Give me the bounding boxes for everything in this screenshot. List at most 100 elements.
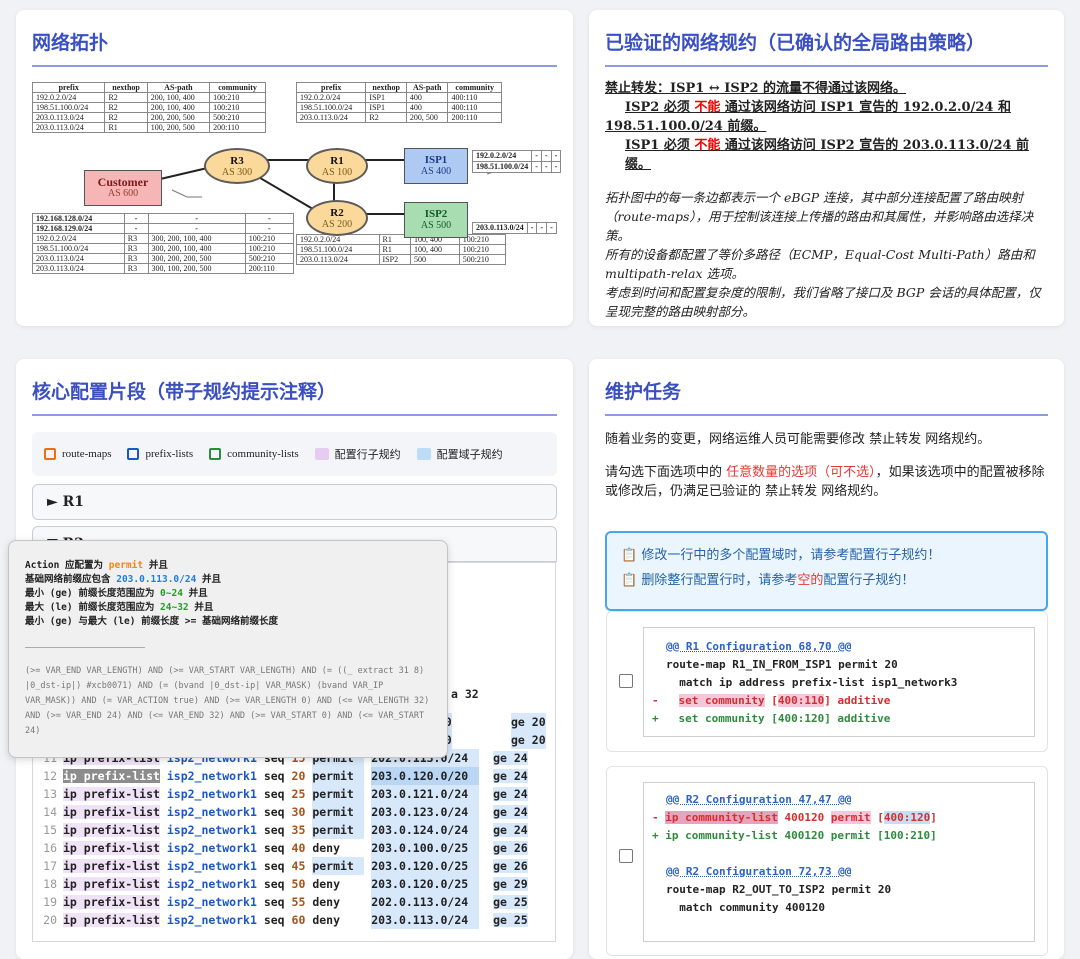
- diff-removed-tail: additive: [830, 694, 891, 707]
- action: permit: [312, 785, 365, 803]
- table-cell: 203.0.113.0/24: [295, 112, 367, 123]
- code-space: seq: [256, 787, 292, 801]
- prefix: 203.0.120.0/25: [371, 875, 480, 893]
- node-isp1-name: ISP1: [424, 154, 448, 166]
- table-header-cell: AS-path: [405, 82, 449, 93]
- tooltip-line-5: 最小 (ge) 与最大 (le) 前缀长度 >= 基础网络前缀长度: [25, 616, 279, 627]
- node-customer-as: AS 600: [107, 188, 139, 199]
- table-row: 192.168.129.0/24- - -: [32, 223, 295, 234]
- seq-number: 55: [291, 895, 306, 909]
- prefix-list-name: isp2_network1: [166, 841, 257, 855]
- dash-cell: -: [550, 150, 562, 162]
- tt-value: 24~32: [160, 602, 189, 613]
- node-isp1: ISP1 AS 400: [404, 148, 468, 184]
- table-cell: -: [123, 223, 149, 234]
- prefix: 203.0.121.0/24: [371, 785, 480, 803]
- table-cell: 300, 200, 100, 400: [147, 233, 246, 244]
- tt-text: 最大 (le) 前缀长度范围应为: [25, 602, 161, 613]
- topology-diagram: prefix nexthop AS-path community 192.0.2.0/2…: [31, 82, 562, 302]
- option-card-2: @@ R2 Configuration 47,47 @@ - ip commun…: [606, 766, 1048, 956]
- spec-line-1: 禁止转发：ISP1 ↔ ISP2 的流量不得通过该网络。: [605, 81, 907, 96]
- seq-number: 40: [291, 841, 306, 855]
- config-title: 核心配置片段（带子规约提示注释）: [32, 359, 557, 416]
- node-r2-name: R2: [330, 207, 344, 219]
- ge-value: ge 24: [493, 769, 528, 783]
- accordion-r1[interactable]: ► R1: [32, 484, 557, 520]
- spec-cannot: 不能: [694, 138, 721, 153]
- code-line: 17 ip prefix-list isp2_network1 seq 45 pe…: [33, 857, 528, 875]
- table-header-cell: community: [209, 82, 266, 93]
- diff-spacer: [644, 845, 1034, 863]
- table-row: 192.0.2.0/24 R1 100, 400 100:210: [296, 234, 507, 245]
- table-cell: 203.0.113.0/24: [32, 253, 125, 264]
- table-cell: 200:110: [244, 263, 295, 274]
- code-line: 15 ip prefix-list isp2_network1 seq 35 pe…: [33, 821, 528, 839]
- table-cell: 198.51.100.0/24: [296, 244, 380, 255]
- option-1-diff: @@ R1 Configuration 68,70 @@ route-map R…: [643, 627, 1035, 737]
- diff-hunk-header: @@ R2 Configuration 47,47 @@: [666, 793, 852, 806]
- option-2-diff: @@ R2 Configuration 47,47 @@ - ip commun…: [643, 782, 1035, 942]
- table-header-cell: prefix: [295, 82, 367, 93]
- table-row: 203.0.113.0/24 R3 300, 200, 200, 500 500:21…: [32, 253, 295, 264]
- table-cell: R3: [123, 263, 149, 274]
- table-cell: 203.0.113.0/24: [31, 112, 106, 123]
- action: deny: [312, 841, 341, 855]
- option-card-1: @@ R1 Configuration 68,70 @@ route-map R…: [606, 611, 1048, 752]
- diff-removed-num: 400120: [777, 811, 831, 824]
- action: permit: [312, 803, 365, 821]
- tooltip-line-2: 基础网络前缀应包含 203.0.113.0/24 并且: [25, 573, 431, 587]
- legend-label: route-maps: [62, 448, 112, 460]
- table-cell: R2: [104, 102, 148, 113]
- code-line: 19 ip prefix-list isp2_network1 seq 55 de…: [33, 893, 528, 911]
- table-cell: 500:210: [458, 254, 507, 265]
- diff-removed-kw: set community: [678, 694, 765, 707]
- table-cell: 400: [405, 92, 449, 103]
- node-r3-as: AS 300: [221, 167, 253, 178]
- legend-prefix-lists: prefix-lists: [127, 448, 193, 460]
- table-row: 192.168.128.0/24- - -: [32, 213, 295, 224]
- tt-text: Action 应配置为: [25, 560, 109, 571]
- dash-cell: -: [550, 161, 562, 173]
- tip-text: 配置行子规约！: [823, 573, 915, 588]
- spec-line-3: 198.51.100.0/24 前缀。: [605, 119, 767, 134]
- tt-value: permit: [108, 560, 144, 571]
- spec-para-3: 考虑到时间和配置复杂度的限制，我们省略了接口及 BGP 会话的具体配置，仅呈现完…: [605, 285, 1041, 319]
- code-space: seq: [256, 823, 292, 837]
- node-isp2-name: ISP2: [424, 208, 448, 220]
- diff-added-line: + ip community-list 400120 permit [100:2…: [652, 829, 937, 842]
- ge-value: ge 24: [493, 823, 528, 837]
- line-number: 19: [43, 895, 57, 909]
- table-r3: prefix nexthop AS-path community 192.0.2.0/2…: [31, 82, 266, 133]
- ge-value: ge 20: [511, 713, 546, 731]
- legend-label: community-lists: [227, 448, 299, 460]
- option-1-checkbox[interactable]: [619, 674, 633, 688]
- tip-line-2: 📋 删除整行配置行时，请参考空的配置行子规约！: [621, 568, 1032, 593]
- topology-card: 网络拓扑 prefix nexthop AS-path community 192.0.…: [16, 10, 573, 326]
- dash-cell: -: [531, 150, 542, 162]
- isp2-prefix-0: 203.0.113.0/24: [472, 222, 528, 234]
- code-partial-tail: a 32: [451, 687, 479, 701]
- legend-field-spec: 配置域子规约: [416, 446, 503, 462]
- legend-community-lists: community-lists: [209, 448, 299, 460]
- table-cell: 200, 500: [405, 112, 449, 123]
- spec-text: ISP1 必须: [625, 138, 695, 153]
- option-2-checkbox[interactable]: [619, 849, 633, 863]
- line-number: 12: [43, 769, 57, 783]
- code-line: 12 ip prefix-list isp2_network1 seq 20 pe…: [33, 767, 528, 785]
- table-cell: 198.51.100.0/24: [31, 102, 106, 113]
- table-cell: 400: [405, 102, 449, 113]
- ge-value: ge 24: [493, 805, 528, 819]
- node-r2-as: AS 200: [321, 219, 353, 230]
- isp1-prefix-1: 198.51.100.0/24: [471, 161, 533, 173]
- isp2-prefix-table: 203.0.113.0/24- - -: [472, 222, 557, 234]
- table-row: 203.0.113.0/24 R1 100, 200, 500 200:110: [31, 122, 266, 133]
- diff-hunk-header: @@ R1 Configuration 68,70 @@: [666, 640, 852, 653]
